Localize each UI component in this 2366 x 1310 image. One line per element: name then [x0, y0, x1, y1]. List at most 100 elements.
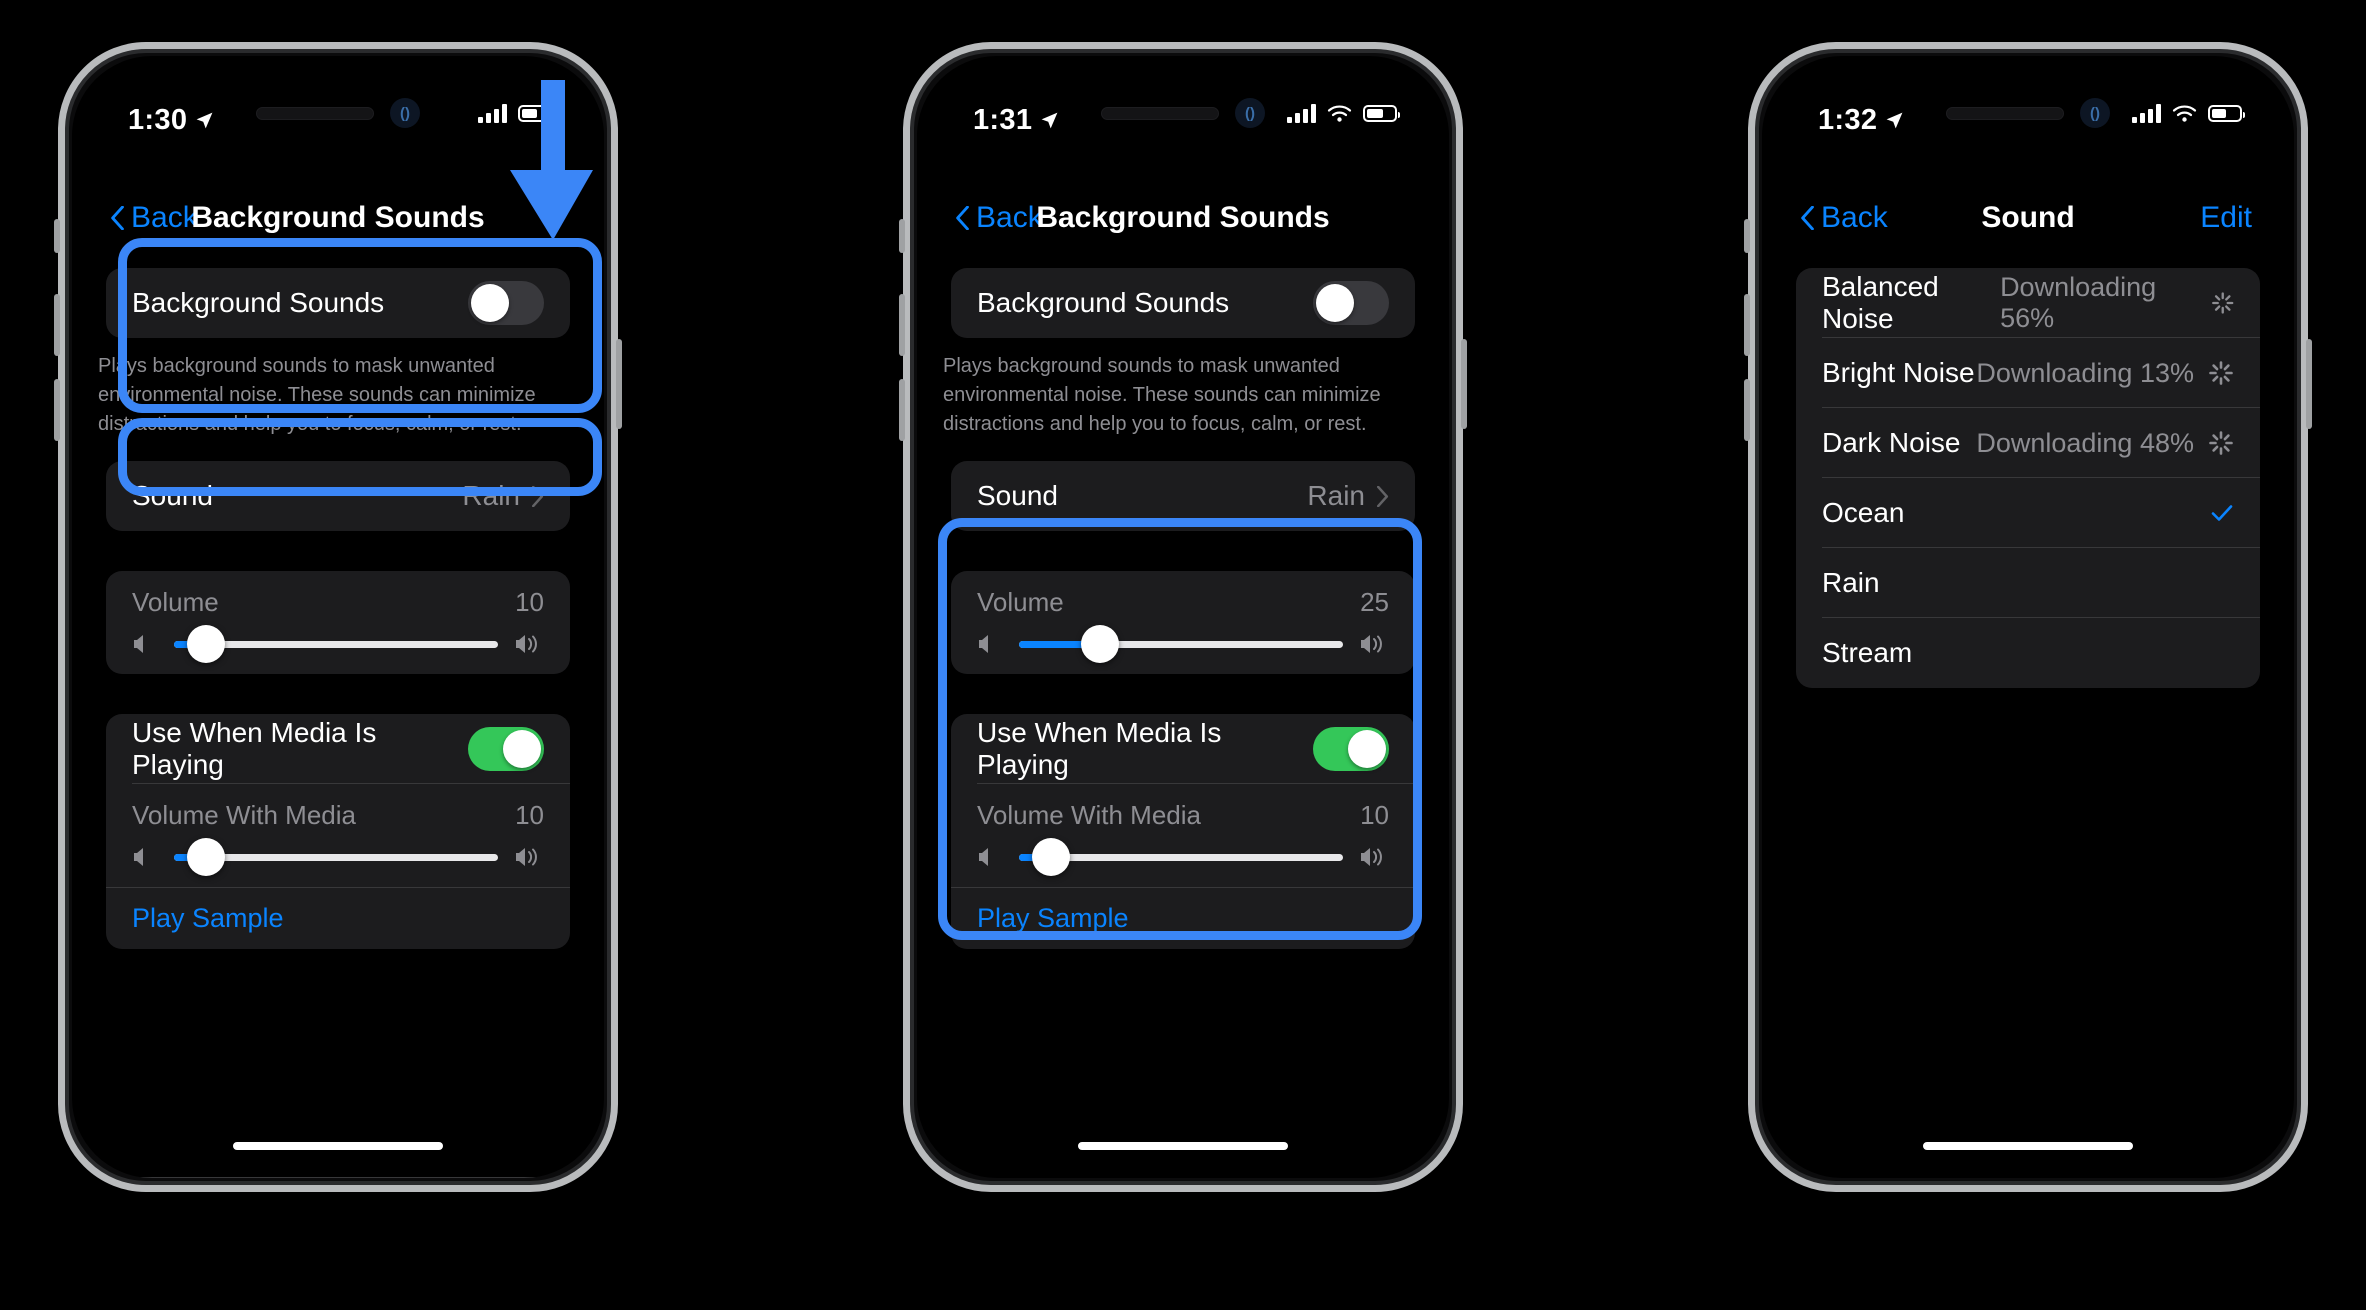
media-group: Use When Media Is Playing Volume With Me… — [951, 714, 1415, 949]
volume-up-button[interactable] — [54, 294, 60, 356]
volume-group: Volume 10 — [106, 571, 570, 674]
speaker-low-icon — [977, 845, 1003, 869]
chevron-left-icon — [956, 206, 969, 230]
background-sounds-toggle[interactable] — [1313, 281, 1389, 325]
row-separator — [132, 783, 570, 784]
power-button[interactable] — [2306, 339, 2312, 429]
back-label: Back — [976, 201, 1043, 234]
status-time-wrap: 1:31 — [973, 104, 1059, 137]
status-time-wrap: 1:30 — [128, 104, 214, 137]
volume-down-button[interactable] — [1744, 379, 1750, 441]
volume-slider-knob[interactable] — [187, 625, 226, 663]
background-sounds-toggle[interactable] — [468, 281, 544, 325]
background-sounds-group: Background Sounds — [951, 268, 1415, 338]
volume-slider-knob[interactable] — [1081, 625, 1119, 663]
row-separator — [977, 783, 1415, 784]
use-when-media-label: Use When Media Is Playing — [977, 717, 1222, 780]
media-volume-slider[interactable] — [174, 838, 498, 876]
media-volume-slider-row — [132, 838, 544, 876]
list-item[interactable]: Dark Noise Downloading 48% — [1796, 408, 2260, 478]
nav-bar: Back Sound Edit — [1762, 182, 2294, 254]
volume-slider-row — [132, 625, 544, 663]
sound-row[interactable]: Sound Rain — [951, 461, 1415, 531]
power-button[interactable] — [616, 339, 622, 429]
checkmark-icon — [2211, 505, 2233, 521]
play-sample-row[interactable]: Play Sample — [951, 887, 1415, 949]
front-camera-icon: () — [2080, 98, 2110, 128]
home-indicator[interactable] — [1078, 1142, 1288, 1150]
back-label: Back — [131, 201, 198, 234]
back-button[interactable]: Back — [1800, 201, 1888, 235]
volume-group: Volume 25 — [951, 571, 1415, 674]
media-volume-slider[interactable] — [1019, 838, 1343, 876]
background-sounds-group: Background Sounds — [106, 268, 570, 338]
back-button[interactable]: Back — [955, 201, 1043, 235]
list-item[interactable]: Rain — [1796, 548, 2260, 618]
power-button[interactable] — [1461, 339, 1467, 429]
earpiece-speaker — [1101, 106, 1219, 120]
use-when-media-toggle[interactable] — [468, 727, 544, 771]
sound-name: Balanced Noise — [1822, 271, 1939, 334]
back-label: Back — [1821, 201, 1888, 234]
volume-up-button[interactable] — [1744, 294, 1750, 356]
background-sounds-label: Background Sounds — [977, 287, 1230, 318]
dynamic-island: () — [256, 98, 420, 128]
volume-down-button[interactable] — [899, 379, 905, 441]
background-sounds-label: Background Sounds — [132, 287, 385, 318]
status-bar: 1:31 () — [917, 56, 1449, 174]
battery-icon — [2208, 105, 2245, 122]
list-item[interactable]: Ocean — [1796, 478, 2260, 548]
screenshot-stage: 1:30 () Back Background Sounds Backgroun… — [0, 0, 2366, 1310]
sound-value-wrap: Rain — [1307, 480, 1389, 512]
mute-switch[interactable] — [899, 219, 905, 253]
spinner-icon — [2209, 431, 2233, 455]
volume-down-button[interactable] — [54, 379, 60, 441]
play-sample-row[interactable]: Play Sample — [106, 887, 570, 949]
sound-group: Sound Rain — [951, 461, 1415, 531]
volume-slider-block: Volume 10 — [106, 571, 570, 674]
volume-label: Volume — [977, 587, 1064, 617]
background-sounds-toggle-row[interactable]: Background Sounds — [951, 268, 1415, 338]
sound-value: Rain — [462, 480, 520, 511]
status-bar: 1:32 () — [1762, 56, 2294, 174]
volume-slider-block: Volume 25 — [951, 571, 1415, 674]
sound-label: Sound — [977, 480, 1058, 511]
toggle-knob — [1316, 284, 1354, 322]
media-volume-slider-knob[interactable] — [187, 838, 226, 876]
back-button[interactable]: Back — [110, 201, 198, 235]
chevron-right-icon — [532, 485, 544, 507]
volume-slider[interactable] — [174, 625, 498, 663]
spinner-icon — [2209, 361, 2233, 385]
background-sounds-description: Plays background sounds to mask unwanted… — [98, 355, 536, 435]
play-sample-link[interactable]: Play Sample — [977, 903, 1129, 934]
front-camera-icon: () — [390, 98, 420, 128]
use-when-media-toggle[interactable] — [1313, 727, 1389, 771]
wifi-icon — [1327, 105, 1352, 122]
mute-switch[interactable] — [1744, 219, 1750, 253]
volume-slider[interactable] — [1019, 625, 1343, 663]
chevron-left-icon — [1801, 206, 1814, 230]
mute-switch[interactable] — [54, 219, 60, 253]
sound-row[interactable]: Sound Rain — [106, 461, 570, 531]
use-when-media-row[interactable]: Use When Media Is Playing — [106, 714, 570, 784]
media-volume-slider-knob[interactable] — [1032, 838, 1071, 876]
home-indicator[interactable] — [1923, 1142, 2133, 1150]
home-indicator[interactable] — [233, 1142, 443, 1150]
sound-name: Ocean — [1822, 497, 1905, 528]
battery-icon — [1363, 105, 1400, 122]
list-item[interactable]: Balanced Noise Downloading 56% — [1796, 268, 2260, 338]
volume-up-button[interactable] — [899, 294, 905, 356]
sound-name: Rain — [1822, 567, 1880, 598]
play-sample-link[interactable]: Play Sample — [132, 903, 284, 934]
cellular-bars-icon — [1287, 104, 1316, 123]
list-item[interactable]: Bright Noise Downloading 13% — [1796, 338, 2260, 408]
phone-2: 1:31 () Back Background Sounds Backgroun… — [899, 42, 1467, 1192]
download-status: Downloading 56% — [2000, 272, 2157, 333]
use-when-media-row[interactable]: Use When Media Is Playing — [951, 714, 1415, 784]
phone-3-screen: 1:32 () Back Sound Edit Balanced Noise D… — [1762, 56, 2294, 1178]
background-sounds-toggle-row[interactable]: Background Sounds — [106, 268, 570, 338]
down-arrow-annotation — [510, 80, 593, 240]
list-item[interactable]: Stream — [1796, 618, 2260, 688]
edit-button[interactable]: Edit — [2200, 201, 2252, 235]
chevron-left-icon — [111, 206, 124, 230]
